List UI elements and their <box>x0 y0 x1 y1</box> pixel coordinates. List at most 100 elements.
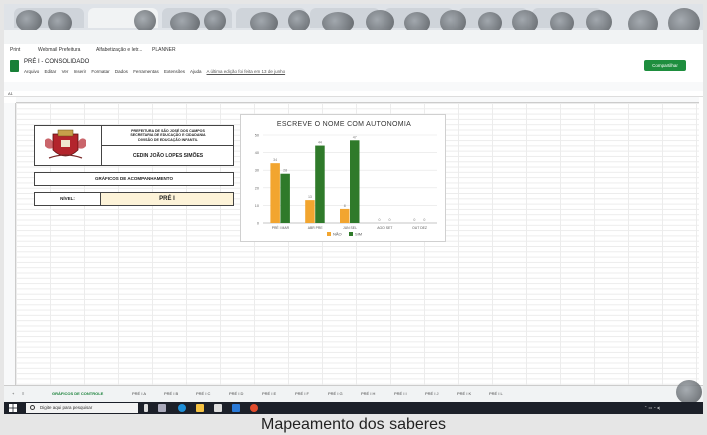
x-tick-label: OUT DEZ <box>412 226 427 230</box>
menu-item[interactable]: Formatar <box>91 69 109 74</box>
y-tick-label: 10 <box>255 204 259 208</box>
menu-item[interactable]: Arquivo <box>24 69 39 74</box>
file-explorer-icon[interactable] <box>196 404 204 412</box>
add-sheet-button[interactable]: + <box>12 391 14 396</box>
task-view-icon[interactable] <box>158 404 166 412</box>
x-tick-label: AGO SET <box>377 226 392 230</box>
x-tick-label: JUN SEL <box>343 226 357 230</box>
all-sheets-icon[interactable]: ≡ <box>22 391 24 396</box>
level-row: NÍVEL: PRÉ I <box>34 192 234 206</box>
y-tick-label: 30 <box>255 169 259 173</box>
data-label: 47 <box>353 135 357 139</box>
charts-label-cell[interactable]: GRÁFICOS DE ACOMPANHAMENTO <box>34 172 234 186</box>
sheets-logo-icon[interactable] <box>10 60 19 72</box>
data-label: 13 <box>308 195 312 199</box>
menu-bar: Arquivo Editar Ver Inserir Formatar Dado… <box>24 69 289 74</box>
legend-label: SIM <box>355 232 362 237</box>
bar <box>315 145 325 223</box>
data-label: 34 <box>273 158 277 162</box>
sheets-header: PRÉ I - CONSOLIDADO Arquivo Editar Ver I… <box>4 56 703 82</box>
divisao-text: DIVISÃO DE EDUCAÇÃO INFANTIL <box>138 137 198 142</box>
sheet-tab[interactable]: PRÉ I I <box>394 391 407 396</box>
browser-icon[interactable] <box>250 404 258 412</box>
y-tick-label: 0 <box>257 222 259 226</box>
cell-reference: A1 <box>8 91 13 96</box>
search-icon <box>30 405 35 410</box>
bar <box>340 208 350 223</box>
sheet-tab[interactable]: PRÉ I K <box>457 391 471 396</box>
y-tick-label: 20 <box>255 186 259 190</box>
bar <box>270 163 280 223</box>
school-name-cell[interactable]: CEDIN JOÃO LOPES SIMÕES <box>101 146 234 166</box>
data-label: 0 <box>379 218 381 222</box>
system-tray[interactable]: ⌃ ▭ ◔ ◂) <box>644 405 660 410</box>
menu-item[interactable]: Extensões <box>164 69 185 74</box>
data-label: 0 <box>389 218 391 222</box>
store-icon[interactable] <box>214 404 222 412</box>
document-title[interactable]: PRÉ I - CONSOLIDADO <box>24 59 89 65</box>
edge-icon[interactable] <box>178 404 186 412</box>
sheet-tab[interactable]: PRÉ I H <box>361 391 375 396</box>
menu-item[interactable]: Ferramentas <box>133 69 159 74</box>
last-edit-link[interactable]: A última edição foi feita em 13 de junho <box>207 69 286 74</box>
data-label: 0 <box>413 218 415 222</box>
level-label[interactable]: NÍVEL: <box>35 193 101 205</box>
menu-item[interactable]: Editar <box>45 69 57 74</box>
windows-taskbar: Digite aqui para pesquisar ⌃ ▭ ◔ ◂) <box>4 402 703 414</box>
address-bar[interactable] <box>4 30 703 44</box>
bar <box>305 200 315 223</box>
data-label: 28 <box>283 169 287 173</box>
bar <box>350 140 360 223</box>
blurred-area <box>288 10 310 32</box>
sheet-tab[interactable]: PRÉ I D <box>229 391 243 396</box>
blurred-area <box>134 10 156 32</box>
data-label: 0 <box>423 218 425 222</box>
bookmark-item[interactable]: Alfabetização e letr... <box>96 47 142 53</box>
windows-start-icon[interactable] <box>9 404 17 412</box>
bookmark-item[interactable]: PLANNER <box>152 47 176 53</box>
screen: Print Webmail Prefeitura Alfabetização e… <box>4 4 703 414</box>
photo-frame: Print Webmail Prefeitura Alfabetização e… <box>0 0 707 435</box>
taskbar-search-input[interactable]: Digite aqui para pesquisar <box>26 403 138 413</box>
mail-icon[interactable] <box>232 404 240 412</box>
menu-item[interactable]: Dados <box>115 69 128 74</box>
sheet-tab[interactable]: PRÉ I J <box>425 391 439 396</box>
bookmark-item[interactable]: Webmail Prefeitura <box>38 47 80 53</box>
prefeitura-cell[interactable]: PREFEITURA DE SÃO JOSÉ DOS CAMPOS SECRET… <box>101 126 234 146</box>
bar <box>280 173 290 223</box>
microphone-icon[interactable] <box>144 404 148 412</box>
sheet-tab[interactable]: PRÉ I L <box>489 391 503 396</box>
school-header-block: PREFEITURA DE SÃO JOSÉ DOS CAMPOS SECRET… <box>34 125 234 166</box>
y-tick-label: 40 <box>255 151 259 155</box>
legend-swatch <box>327 232 331 236</box>
blurred-area <box>16 10 42 32</box>
bookmark-item[interactable]: Print <box>10 47 20 53</box>
x-tick-label: ABR PRE <box>308 226 324 230</box>
menu-item[interactable]: Inserir <box>74 69 87 74</box>
browser-tab-strip <box>4 4 703 38</box>
menu-item[interactable]: Ajuda <box>190 69 202 74</box>
sheet-tab[interactable]: PRÉ I A <box>132 391 146 396</box>
sheet-tab[interactable]: PRÉ I B <box>164 391 178 396</box>
sheet-tab-bar: + ≡ GRÁFICOS DE CONTROLE PRÉ I A PRÉ I B… <box>4 380 703 404</box>
x-tick-label: PRÉ I MAR <box>272 225 290 230</box>
menu-item[interactable]: Ver <box>62 69 69 74</box>
sheet-tab[interactable]: GRÁFICOS DE CONTROLE <box>52 391 103 396</box>
photo-caption: Mapeamento dos saberes <box>261 416 446 433</box>
data-label: 8 <box>344 204 346 208</box>
row-headers <box>4 103 16 385</box>
bookmarks-bar: Print Webmail Prefeitura Alfabetização e… <box>4 44 703 56</box>
city-crest-icon <box>45 129 86 159</box>
sheet-tab[interactable]: PRÉ I G <box>328 391 343 396</box>
sheets-toolbar[interactable] <box>4 82 703 91</box>
autonomy-chart[interactable]: ESCREVE O NOME COM AUTONOMIA 0 10 20 30 40 50… <box>240 114 446 242</box>
chart-plot: 0 10 20 30 40 50 34 28 PRÉ I MAR 13 44 ABR PRE 8 47 JU… <box>255 134 437 237</box>
sheet-tab[interactable]: PRÉ I C <box>196 391 210 396</box>
legend-label: NÃO <box>333 232 342 237</box>
sheet-tab[interactable]: PRÉ I F <box>295 391 309 396</box>
blurred-area <box>204 10 226 32</box>
level-value[interactable]: PRÉ I <box>101 193 233 205</box>
sheet-tab[interactable]: PRÉ I E <box>262 391 276 396</box>
share-button[interactable]: Compartilhar <box>644 60 686 71</box>
legend-swatch <box>349 232 353 236</box>
